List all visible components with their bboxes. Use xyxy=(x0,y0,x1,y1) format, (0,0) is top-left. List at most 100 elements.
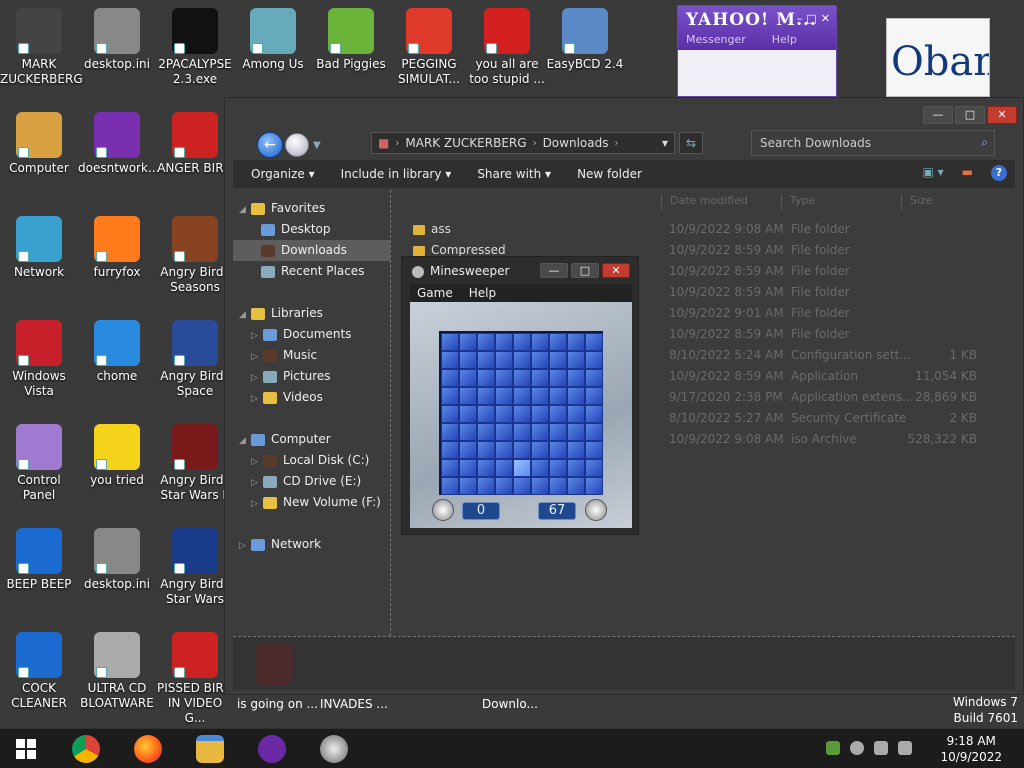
nav-item[interactable]: Recent Places xyxy=(233,261,390,282)
mine-cell[interactable] xyxy=(567,459,585,477)
menu-help[interactable]: Help xyxy=(469,284,496,302)
minimize-icon[interactable]: – xyxy=(797,12,803,25)
desktop-icon[interactable]: Angry Birds Star Wars II xyxy=(156,424,234,503)
desktop-label-downloads[interactable]: Downlo... xyxy=(482,697,538,711)
view-options-icon[interactable]: ▣ ▾ xyxy=(922,165,943,181)
desktop-icon[interactable]: desktop.ini xyxy=(78,8,156,72)
column-type[interactable]: Type xyxy=(781,194,815,210)
network-status-icon[interactable] xyxy=(826,741,840,755)
mine-cell[interactable] xyxy=(459,387,477,405)
mine-cell[interactable] xyxy=(495,459,513,477)
column-size[interactable]: Size xyxy=(901,194,933,210)
mine-cell[interactable] xyxy=(585,459,603,477)
mine-cell[interactable] xyxy=(495,423,513,441)
maximize-button[interactable]: □ xyxy=(955,106,985,124)
mine-cell[interactable] xyxy=(549,387,567,405)
mine-cell[interactable] xyxy=(531,459,549,477)
mine-cell[interactable] xyxy=(531,405,549,423)
taskbar-minesweeper[interactable] xyxy=(314,733,354,765)
mine-cell[interactable] xyxy=(567,423,585,441)
mine-cell[interactable] xyxy=(495,477,513,495)
history-dropdown-icon[interactable]: ▼ xyxy=(313,140,321,151)
desktop-icon[interactable]: Angry Birds Space xyxy=(156,320,234,399)
desktop-icon[interactable]: Computer xyxy=(0,112,78,176)
mine-cell[interactable] xyxy=(477,477,495,495)
desktop-icon[interactable]: Angry Birds Seasons xyxy=(156,216,234,295)
collapsed-arrow-icon[interactable]: ▷ xyxy=(251,347,263,368)
chevron-right-icon[interactable]: › xyxy=(614,138,618,149)
close-icon[interactable]: ✕ xyxy=(821,12,830,25)
mine-cell[interactable] xyxy=(441,333,459,351)
nav-item[interactable]: ▷ Network xyxy=(233,534,390,555)
mine-cell[interactable] xyxy=(513,351,531,369)
collapsed-arrow-icon[interactable]: ▷ xyxy=(251,473,263,494)
desktop-icon[interactable]: ULTRA CD BLOATWARE xyxy=(78,632,156,711)
forward-button[interactable] xyxy=(285,133,309,157)
yahoo-messenger-window[interactable]: YAHOO! M... Messenger Help – □ ✕ xyxy=(677,5,837,97)
clock[interactable]: 9:18 AM 10/9/2022 xyxy=(940,733,1002,765)
mine-cell[interactable] xyxy=(531,441,549,459)
desktop-icon[interactable]: Bad Piggies xyxy=(312,8,390,72)
mine-cell[interactable] xyxy=(513,387,531,405)
nav-item[interactable]: ▷ Documents xyxy=(233,324,390,345)
organize-button[interactable]: Organize ▾ xyxy=(251,167,315,181)
mine-cell[interactable] xyxy=(567,333,585,351)
mine-cell[interactable] xyxy=(549,459,567,477)
collapsed-arrow-icon[interactable]: ▷ xyxy=(251,326,263,347)
desktop-icon[interactable]: Windows Vista xyxy=(0,320,78,399)
close-button[interactable]: ✕ xyxy=(987,106,1017,124)
mine-cell[interactable] xyxy=(513,333,531,351)
mine-cell[interactable] xyxy=(459,333,477,351)
nav-item[interactable]: ▷ CD Drive (E:) xyxy=(233,471,390,492)
mine-cell[interactable] xyxy=(585,405,603,423)
yahoo-menu-help[interactable]: Help xyxy=(772,33,797,46)
desktop-icon[interactable]: Angry Birds Star Wars xyxy=(156,528,234,607)
maximize-button[interactable]: □ xyxy=(571,263,599,278)
desktop-icon[interactable]: Control Panel xyxy=(0,424,78,503)
mine-cell[interactable] xyxy=(477,351,495,369)
mine-cell[interactable] xyxy=(567,441,585,459)
mine-cell[interactable] xyxy=(531,351,549,369)
mine-cell[interactable] xyxy=(477,387,495,405)
chevron-right-icon[interactable]: › xyxy=(533,138,537,149)
column-date-modified[interactable]: Date modified xyxy=(661,194,748,210)
nav-item[interactable]: ▷ New Volume (F:) xyxy=(233,492,390,513)
mine-cell[interactable] xyxy=(585,441,603,459)
desktop-icon[interactable]: 2PACALYPSE 2.3.exe xyxy=(156,8,234,87)
mine-cell[interactable] xyxy=(567,405,585,423)
mine-cell[interactable] xyxy=(441,369,459,387)
mine-cell[interactable] xyxy=(531,369,549,387)
mine-cell[interactable] xyxy=(585,387,603,405)
new-folder-button[interactable]: New folder xyxy=(577,167,642,181)
nav-item[interactable]: ▷ Local Disk (C:) xyxy=(233,450,390,471)
refresh-button[interactable]: ⇆ xyxy=(679,132,703,154)
address-bar[interactable]: ■ › MARK ZUCKERBERG › Downloads › ▾ xyxy=(371,132,675,154)
mine-cell[interactable] xyxy=(441,459,459,477)
collapsed-arrow-icon[interactable]: ▷ xyxy=(251,368,263,389)
mine-cell[interactable] xyxy=(495,441,513,459)
help-icon[interactable]: ? xyxy=(991,165,1007,181)
desktop-icon[interactable]: EasyBCD 2.4 xyxy=(546,8,624,72)
mine-cell[interactable] xyxy=(477,333,495,351)
mine-cell[interactable] xyxy=(459,441,477,459)
mine-cell[interactable] xyxy=(513,369,531,387)
mine-cell[interactable] xyxy=(477,459,495,477)
mine-cell[interactable] xyxy=(549,369,567,387)
desktop-icon[interactable]: BEEP BEEP xyxy=(0,528,78,592)
desktop-label-invades[interactable]: INVADES ... xyxy=(320,697,388,711)
desktop-icon[interactable]: ANGER BIRD xyxy=(156,112,234,176)
start-button[interactable] xyxy=(6,733,46,765)
desktop-icon[interactable]: PISSED BIRD IN VIDEO G... xyxy=(156,632,234,726)
desktop-label-going-on[interactable]: is going on ... xyxy=(237,697,318,711)
mine-cell[interactable] xyxy=(495,369,513,387)
minus-icon[interactable] xyxy=(850,741,864,755)
mine-cell[interactable] xyxy=(585,351,603,369)
mine-cell[interactable] xyxy=(513,405,531,423)
desktop-icon[interactable]: COCK CLEANER xyxy=(0,632,78,711)
mine-cell[interactable] xyxy=(513,441,531,459)
desktop-icon[interactable]: doesntwork... xyxy=(78,112,159,176)
back-button[interactable]: ← xyxy=(257,132,283,158)
mine-cell[interactable] xyxy=(495,405,513,423)
preview-pane-icon[interactable]: ▬ xyxy=(962,165,973,181)
nav-item[interactable]: ◢ Favorites xyxy=(233,198,390,219)
